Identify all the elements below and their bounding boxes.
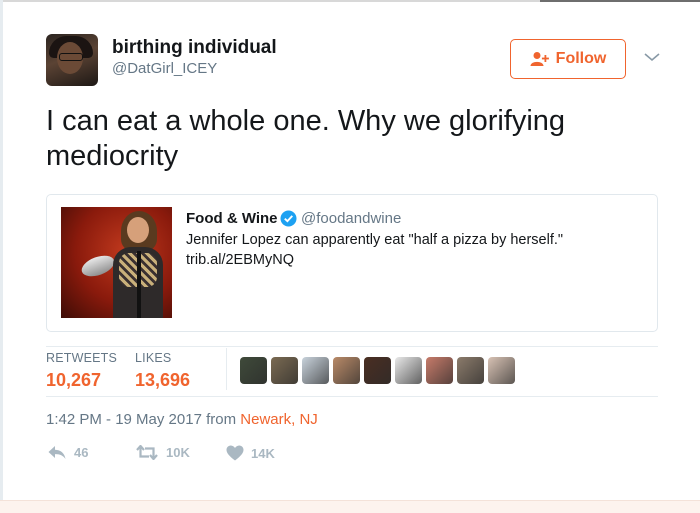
quoted-tweet-text: Jennifer Lopez can apparently eat "half … <box>186 232 564 268</box>
follow-label: Follow <box>555 50 607 67</box>
likes-count: 13,696 <box>135 370 191 390</box>
stats-separator <box>226 348 227 390</box>
liker-avatar-7[interactable] <box>426 357 453 384</box>
retweet-count: 10K <box>166 445 190 460</box>
liker-avatar-9[interactable] <box>488 357 515 384</box>
stats-top-divider <box>46 346 658 347</box>
quoted-tweet-image[interactable] <box>61 207 172 318</box>
liker-avatar-6[interactable] <box>395 357 422 384</box>
window-left-border <box>0 0 3 512</box>
quoted-author-name: Food & Wine <box>186 210 278 227</box>
reply-count: 46 <box>74 445 89 460</box>
chevron-down-icon[interactable] <box>643 50 661 64</box>
quoted-tweet-card[interactable]: Food & Wine @foodandwine Jennifer Lopez … <box>46 194 658 332</box>
retweet-icon <box>136 445 158 460</box>
quoted-author-handle: @foodandwine <box>301 210 402 227</box>
user-handle[interactable]: @DatGirl_ICEY <box>112 60 217 77</box>
timestamp-text[interactable]: 1:42 PM - 19 May 2017 from <box>46 411 240 428</box>
liker-avatar-1[interactable] <box>240 357 267 384</box>
follow-button[interactable]: Follow <box>510 39 626 79</box>
heart-icon <box>226 445 244 461</box>
liker-avatar-2[interactable] <box>271 357 298 384</box>
likes-stat[interactable]: LIKES 13,696 <box>135 351 190 391</box>
likes-label: LIKES <box>135 351 172 365</box>
location-link[interactable]: Newark, NJ <box>240 411 318 428</box>
reply-icon <box>48 446 66 459</box>
tweet-timestamp: 1:42 PM - 19 May 2017 from Newark, NJ <box>46 411 318 428</box>
like-action[interactable]: 14K <box>226 445 275 461</box>
user-display-name[interactable]: birthing individual <box>112 37 277 59</box>
retweets-stat[interactable]: RETWEETS 10,267 <box>46 351 117 391</box>
page-bottom-strip <box>0 500 700 513</box>
retweet-action[interactable]: 10K <box>135 445 190 460</box>
add-user-icon <box>530 52 549 66</box>
like-count: 14K <box>251 445 275 461</box>
window-top-border <box>0 0 700 2</box>
liker-avatar-4[interactable] <box>333 357 360 384</box>
stats-bottom-divider <box>46 396 658 397</box>
retweets-label: RETWEETS <box>46 351 118 365</box>
user-avatar[interactable] <box>46 34 98 86</box>
liker-avatars <box>240 357 515 384</box>
reply-action[interactable]: 46 <box>47 445 88 460</box>
liker-avatar-3[interactable] <box>302 357 329 384</box>
retweets-count: 10,267 <box>46 370 102 390</box>
tweet-text: I can eat a whole one. Why we glorifying… <box>46 105 566 172</box>
liker-avatar-5[interactable] <box>364 357 391 384</box>
liker-avatar-8[interactable] <box>457 357 484 384</box>
verified-badge-icon <box>280 210 297 227</box>
